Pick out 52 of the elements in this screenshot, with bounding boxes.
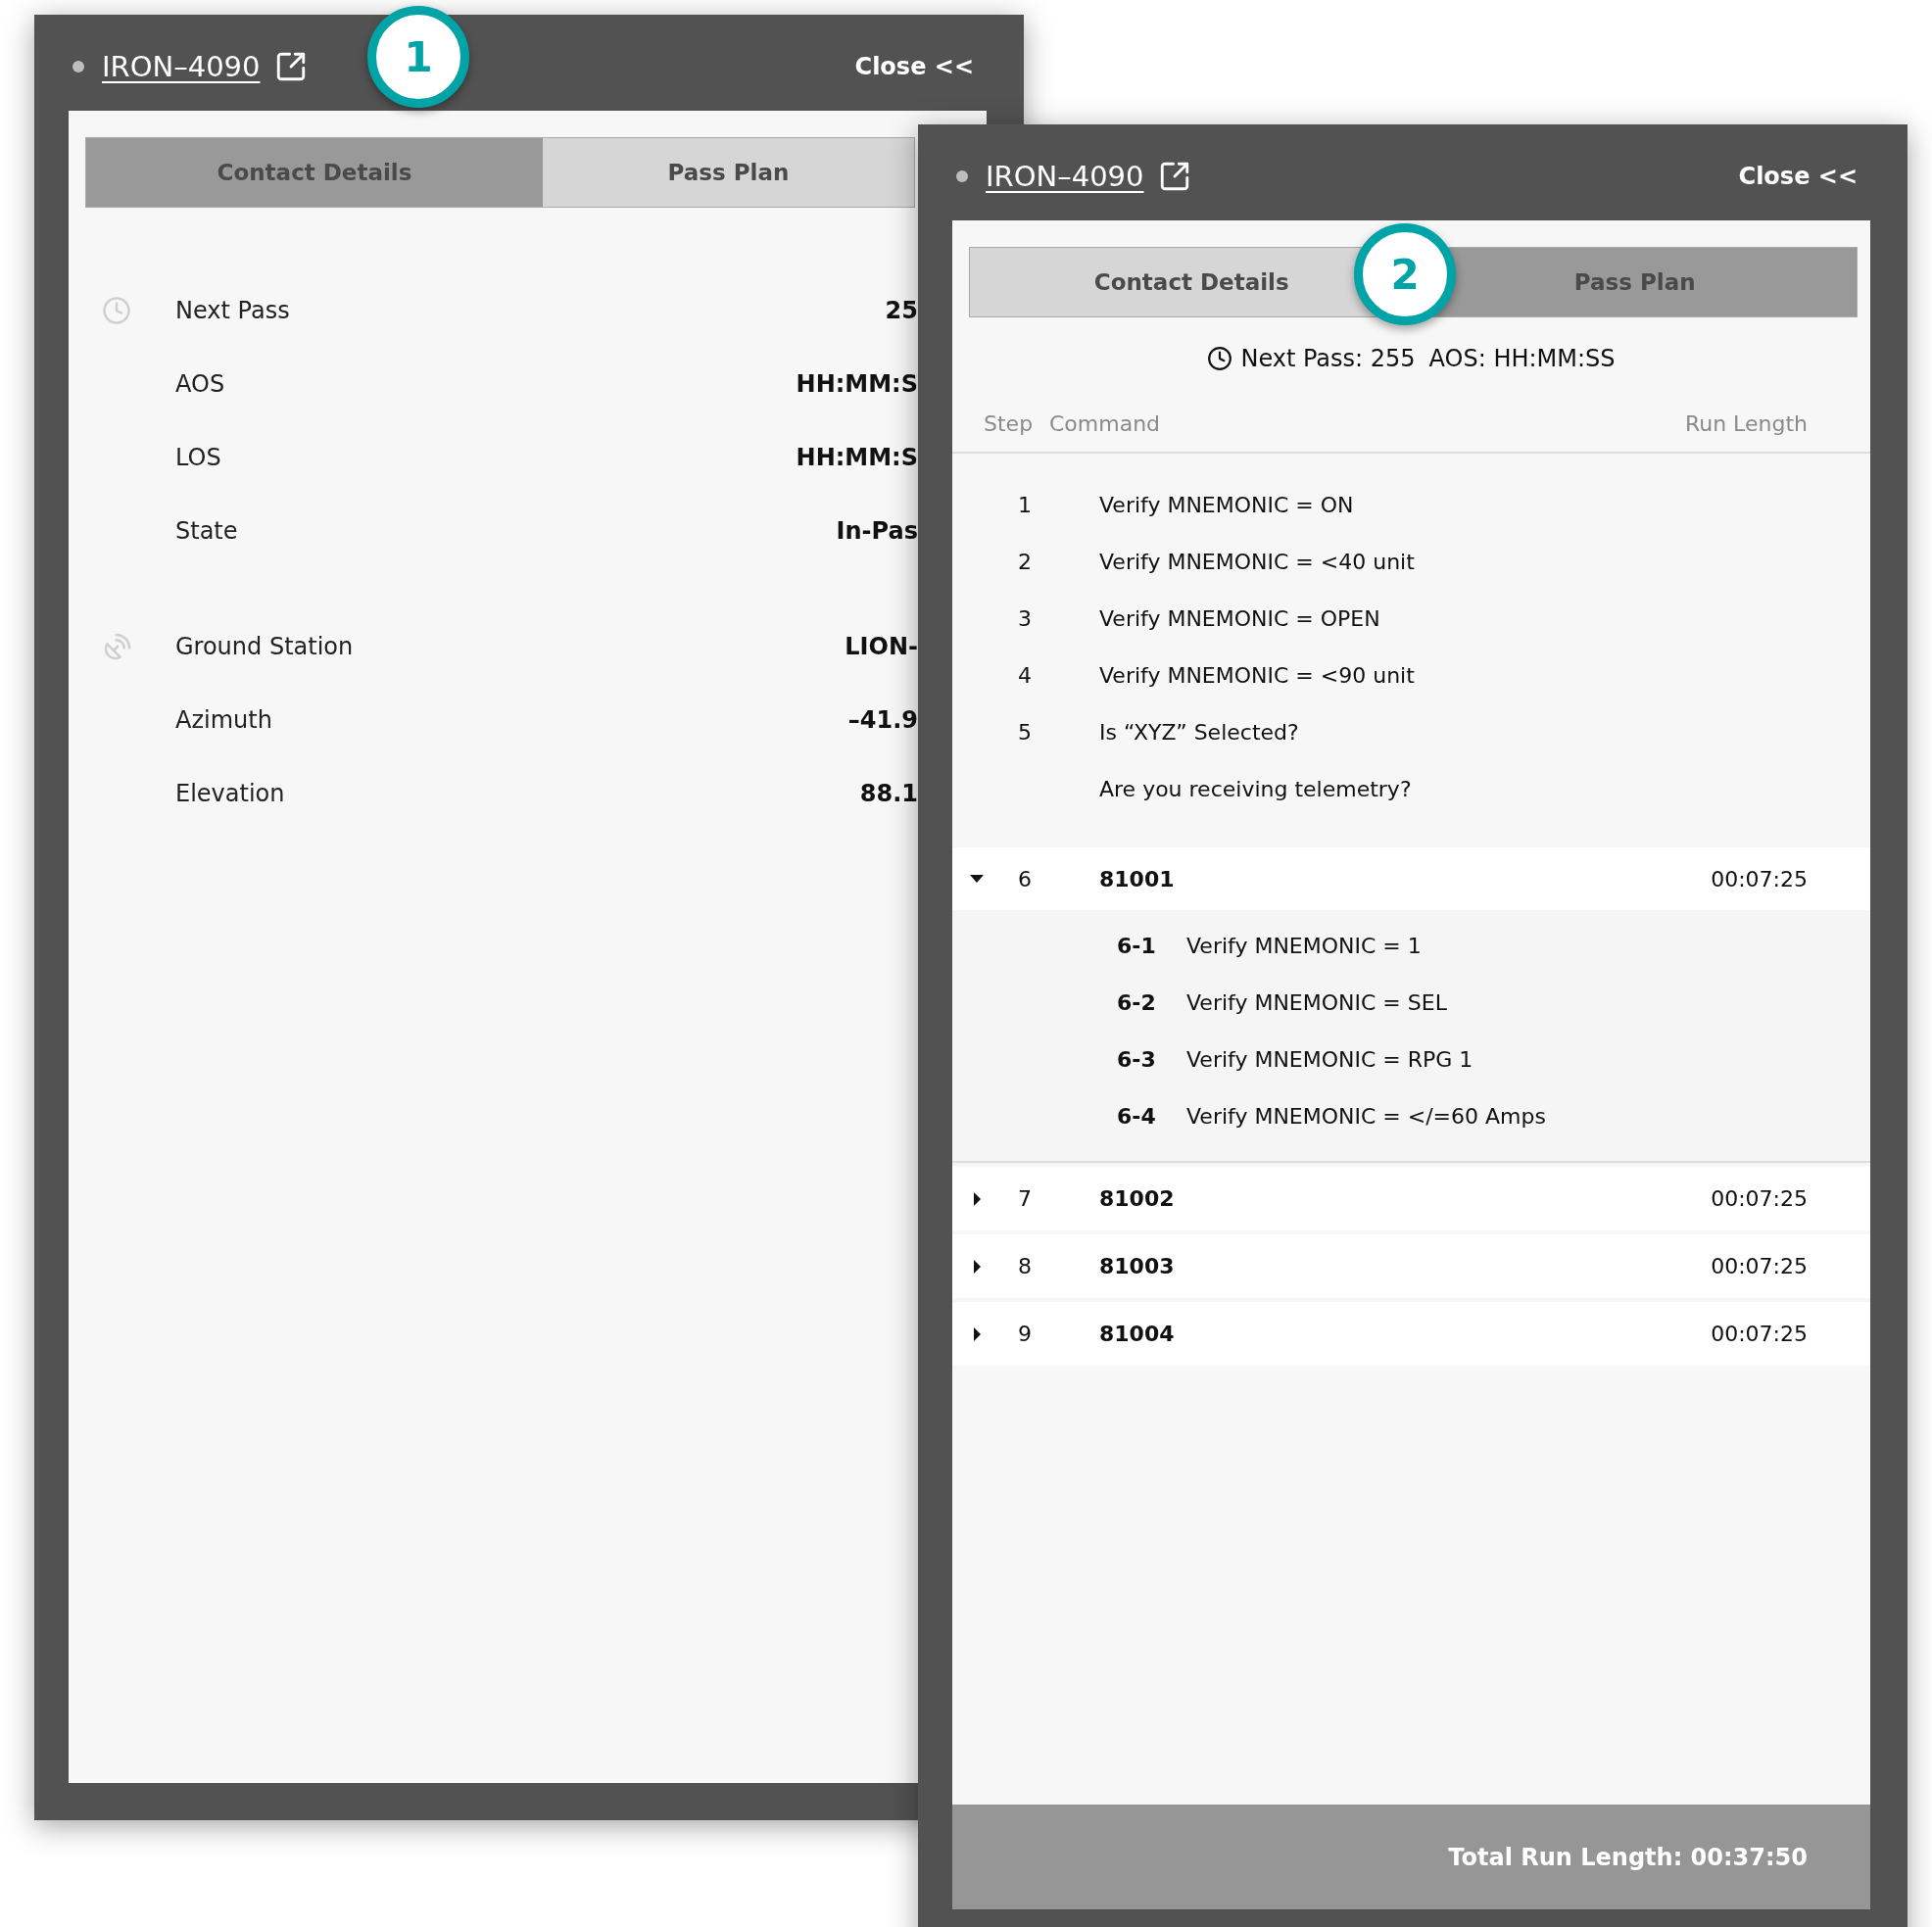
step-number: 4 — [1017, 662, 1033, 688]
column-header: Run Length — [1684, 410, 1808, 436]
detail-value: LION- — [845, 632, 918, 660]
detail-label: Ground Station — [175, 632, 355, 660]
pass-summary: AOS: HH:MM:SS — [1428, 345, 1616, 372]
detail-label: Azimuth — [175, 705, 273, 734]
command-text: Is “XYZ” Selected? — [1099, 719, 1300, 745]
step-number: 9 — [1017, 1322, 1033, 1346]
detail-value: HH:MM:S — [796, 443, 918, 471]
column-header: Command — [1049, 410, 1162, 436]
command-text: Verify MNEMONIC = RPG 1 — [1186, 1046, 1473, 1072]
step-number: 6 — [1017, 866, 1033, 891]
detail-value: 88.1 — [859, 779, 918, 807]
detail-label: Elevation — [175, 779, 286, 807]
run-length: 00:07:25 — [1711, 1254, 1808, 1278]
command-text: Are you receiving telemetry? — [1099, 776, 1413, 801]
detail-value: 25 — [885, 296, 918, 324]
run-length: 00:07:25 — [1711, 1322, 1808, 1346]
sub-step-number: 6-4 — [1117, 1103, 1157, 1129]
command-id: 81004 — [1099, 1322, 1176, 1346]
step-number: 7 — [1017, 1186, 1033, 1211]
command-text: Verify MNEMONIC = <90 unit — [1099, 662, 1416, 688]
command-id: 81003 — [1099, 1254, 1176, 1278]
command-id: 81002 — [1099, 1186, 1176, 1211]
detail-value: –41.9 — [847, 705, 918, 734]
sub-step-number: 6-1 — [1117, 933, 1157, 958]
step-number: 3 — [1017, 605, 1033, 631]
command-text: Verify MNEMONIC = OPEN — [1099, 605, 1381, 631]
run-length: 00:07:25 — [1711, 1186, 1808, 1211]
command-text: Verify MNEMONIC = <40 unit — [1099, 549, 1416, 574]
callout-tooltip: 1 — [367, 6, 469, 108]
detail-value: HH:MM:S — [796, 369, 918, 398]
detail-label: AOS — [175, 369, 226, 398]
total-run-length: Total Run Length: 00:37:50 — [1448, 1843, 1808, 1871]
detail-label: LOS — [175, 443, 222, 471]
command-id: 81001 — [1099, 866, 1176, 891]
step-number: 1 — [1017, 492, 1033, 517]
column-header: Step — [984, 410, 1035, 436]
step-number: 8 — [1017, 1254, 1033, 1278]
detail-value: In-Pas — [836, 516, 918, 545]
command-text: Verify MNEMONIC = </=60 Amps — [1186, 1103, 1546, 1129]
pass-summary: Next Pass: 255 — [1240, 345, 1416, 372]
detail-label: Next Pass — [175, 296, 291, 324]
command-text: Verify MNEMONIC = 1 — [1186, 933, 1422, 958]
sub-step-number: 6-2 — [1117, 989, 1157, 1015]
detail-label: State — [175, 516, 239, 545]
step-number: 2 — [1017, 549, 1033, 574]
sub-step-number: 6-3 — [1117, 1046, 1157, 1072]
step-number: 5 — [1017, 719, 1033, 745]
command-text: Verify MNEMONIC = ON — [1099, 492, 1355, 517]
run-length: 00:07:25 — [1711, 866, 1808, 891]
command-text: Verify MNEMONIC = SEL — [1186, 989, 1447, 1015]
